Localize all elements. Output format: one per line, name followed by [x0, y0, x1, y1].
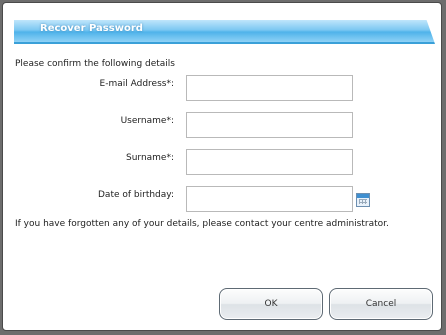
- email-label: E-mail Address*:: [99, 79, 174, 89]
- intro-text: Please confirm the following details: [15, 59, 176, 69]
- username-label: Username*:: [120, 116, 174, 126]
- contact-note: If you have forgotten any of your detail…: [15, 219, 389, 229]
- cancel-button[interactable]: Cancel: [329, 288, 433, 320]
- dob-label: Date of birthday:: [98, 190, 174, 200]
- calendar-grid: [359, 199, 367, 204]
- ok-button[interactable]: OK: [219, 288, 323, 320]
- surname-label: Surname*:: [125, 153, 174, 163]
- dialog-title: Recover Password: [40, 23, 143, 34]
- email-field[interactable]: [186, 75, 353, 101]
- dialog-titlebar: Recover Password: [14, 20, 435, 44]
- calendar-icon[interactable]: [356, 193, 370, 207]
- recover-password-dialog: Recover Password Please confirm the foll…: [2, 2, 442, 331]
- username-field[interactable]: [186, 112, 353, 138]
- calendar-header: [357, 194, 369, 198]
- dob-field[interactable]: [186, 186, 353, 212]
- surname-field[interactable]: [186, 149, 353, 175]
